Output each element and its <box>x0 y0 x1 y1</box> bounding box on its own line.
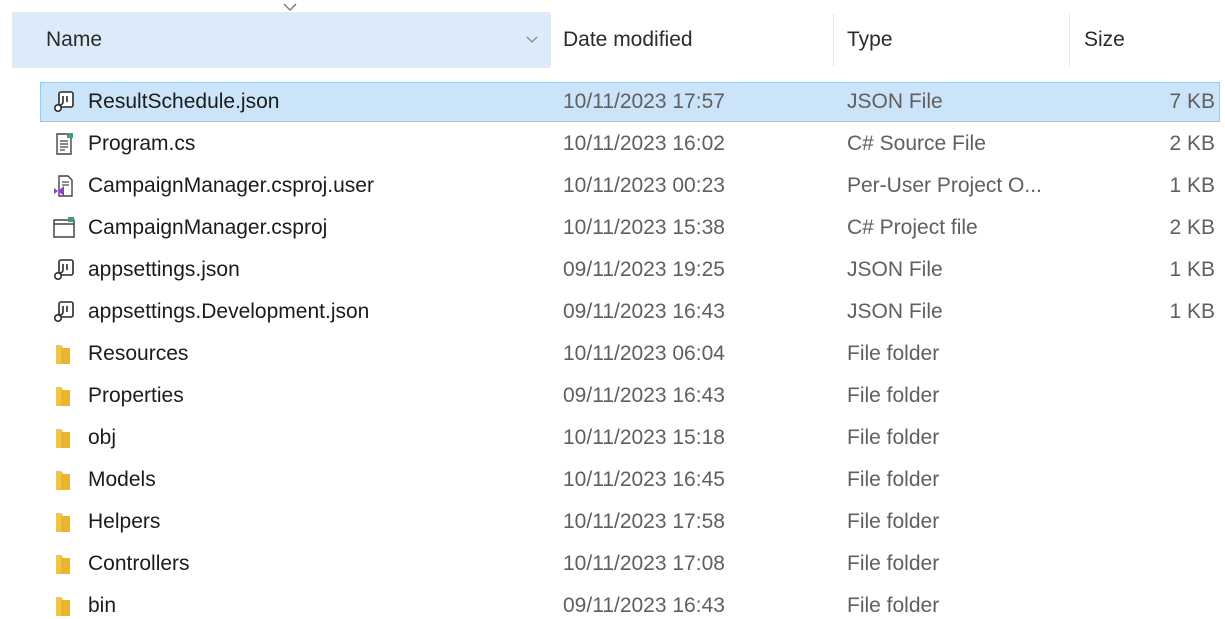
file-row[interactable]: appsettings.json 09/11/2023 19:25 JSON Fil… <box>0 250 1225 292</box>
file-type: C# Source File <box>847 132 986 155</box>
column-header-name[interactable]: Name <box>12 12 550 68</box>
file-name[interactable]: obj <box>88 418 116 458</box>
file-type: Per-User Project O... <box>847 174 1042 197</box>
column-header-name-label: Name <box>46 28 103 51</box>
file-row[interactable]: Program.cs 10/11/2023 16:02 C# Source File… <box>0 124 1225 166</box>
file-date-modified: 09/11/2023 16:43 <box>563 384 725 407</box>
json-file-icon <box>50 250 78 290</box>
column-header-type[interactable]: Type <box>847 12 1069 68</box>
folder-icon <box>50 502 78 542</box>
file-type: C# Project file <box>847 216 978 239</box>
file-name[interactable]: bin <box>88 586 116 619</box>
file-name[interactable]: CampaignManager.csproj <box>88 208 327 248</box>
folder-icon <box>50 418 78 458</box>
file-name[interactable]: Program.cs <box>88 124 195 164</box>
file-type: File folder <box>847 426 940 449</box>
column-divider[interactable] <box>833 14 834 66</box>
file-type: JSON File <box>847 90 943 113</box>
file-size: 1 KB <box>1169 174 1215 197</box>
file-date-modified: 10/11/2023 15:38 <box>563 216 725 239</box>
vs-user-project-icon <box>50 166 78 206</box>
file-name[interactable]: Properties <box>88 376 184 416</box>
file-type: File folder <box>847 552 940 575</box>
file-row[interactable]: obj 10/11/2023 15:18 File folder <box>0 418 1225 460</box>
file-row[interactable]: CampaignManager.csproj 10/11/2023 15:38 C#… <box>0 208 1225 250</box>
file-date-modified: 10/11/2023 06:04 <box>563 342 725 365</box>
file-row[interactable]: appsettings.Development.json 09/11/2023 1… <box>0 292 1225 334</box>
file-list: ResultSchedule.json 10/11/2023 17:57 JSON … <box>0 82 1225 619</box>
chevron-down-icon[interactable] <box>526 35 538 45</box>
file-size: 1 KB <box>1169 258 1215 281</box>
file-name[interactable]: appsettings.json <box>88 250 240 290</box>
column-header-date[interactable]: Date modified <box>563 12 833 68</box>
file-name[interactable]: Helpers <box>88 502 160 542</box>
folder-icon <box>50 544 78 584</box>
file-name[interactable]: ResultSchedule.json <box>88 82 279 122</box>
file-type: File folder <box>847 384 940 407</box>
file-row[interactable]: Properties 09/11/2023 16:43 File folder <box>0 376 1225 418</box>
file-date-modified: 10/11/2023 15:18 <box>563 426 725 449</box>
column-divider[interactable] <box>550 14 551 66</box>
file-row[interactable]: Helpers 10/11/2023 17:58 File folder <box>0 502 1225 544</box>
file-date-modified: 10/11/2023 16:02 <box>563 132 725 155</box>
column-header-size[interactable]: Size <box>1084 12 1214 68</box>
file-date-modified: 10/11/2023 17:58 <box>563 510 725 533</box>
column-header-size-label: Size <box>1084 28 1125 51</box>
file-row[interactable]: bin 09/11/2023 16:43 File folder <box>0 586 1225 619</box>
column-header-bar: Name Date modified Type Size <box>0 0 1225 72</box>
folder-icon <box>50 460 78 500</box>
file-name[interactable]: appsettings.Development.json <box>88 292 369 332</box>
file-type: File folder <box>847 468 940 491</box>
file-row[interactable]: CampaignManager.csproj.user 10/11/2023 00… <box>0 166 1225 208</box>
file-name[interactable]: CampaignManager.csproj.user <box>88 166 374 206</box>
json-file-icon <box>50 82 78 122</box>
file-date-modified: 10/11/2023 17:08 <box>563 552 725 575</box>
file-type: File folder <box>847 342 940 365</box>
column-divider[interactable] <box>1069 14 1070 66</box>
json-file-icon <box>50 292 78 332</box>
file-type: File folder <box>847 510 940 533</box>
folder-icon <box>50 334 78 374</box>
column-header-type-label: Type <box>847 28 893 51</box>
folder-icon <box>50 586 78 619</box>
file-size: 2 KB <box>1169 216 1215 239</box>
file-size: 1 KB <box>1169 300 1215 323</box>
file-date-modified: 09/11/2023 19:25 <box>563 258 725 281</box>
file-date-modified: 09/11/2023 16:43 <box>563 300 725 323</box>
file-row[interactable]: ResultSchedule.json 10/11/2023 17:57 JSON … <box>0 82 1225 124</box>
file-type: File folder <box>847 594 940 617</box>
file-date-modified: 10/11/2023 17:57 <box>563 90 725 113</box>
file-type: JSON File <box>847 258 943 281</box>
file-date-modified: 09/11/2023 16:43 <box>563 594 725 617</box>
file-name[interactable]: Resources <box>88 334 188 374</box>
file-date-modified: 10/11/2023 00:23 <box>563 174 725 197</box>
folder-icon <box>50 376 78 416</box>
file-size: 2 KB <box>1169 132 1215 155</box>
file-row[interactable]: Controllers 10/11/2023 17:08 File folder <box>0 544 1225 586</box>
file-type: JSON File <box>847 300 943 323</box>
csproj-icon <box>50 208 78 248</box>
file-row[interactable]: Models 10/11/2023 16:45 File folder <box>0 460 1225 502</box>
csharp-source-icon <box>50 124 78 164</box>
column-header-date-label: Date modified <box>563 28 693 51</box>
file-date-modified: 10/11/2023 16:45 <box>563 468 725 491</box>
file-name[interactable]: Controllers <box>88 544 190 584</box>
file-name[interactable]: Models <box>88 460 156 500</box>
file-size: 7 KB <box>1169 90 1215 113</box>
sort-caret-icon <box>283 3 297 11</box>
file-explorer-list: Name Date modified Type Size ResultSched… <box>0 0 1225 619</box>
file-row[interactable]: Resources 10/11/2023 06:04 File folder <box>0 334 1225 376</box>
